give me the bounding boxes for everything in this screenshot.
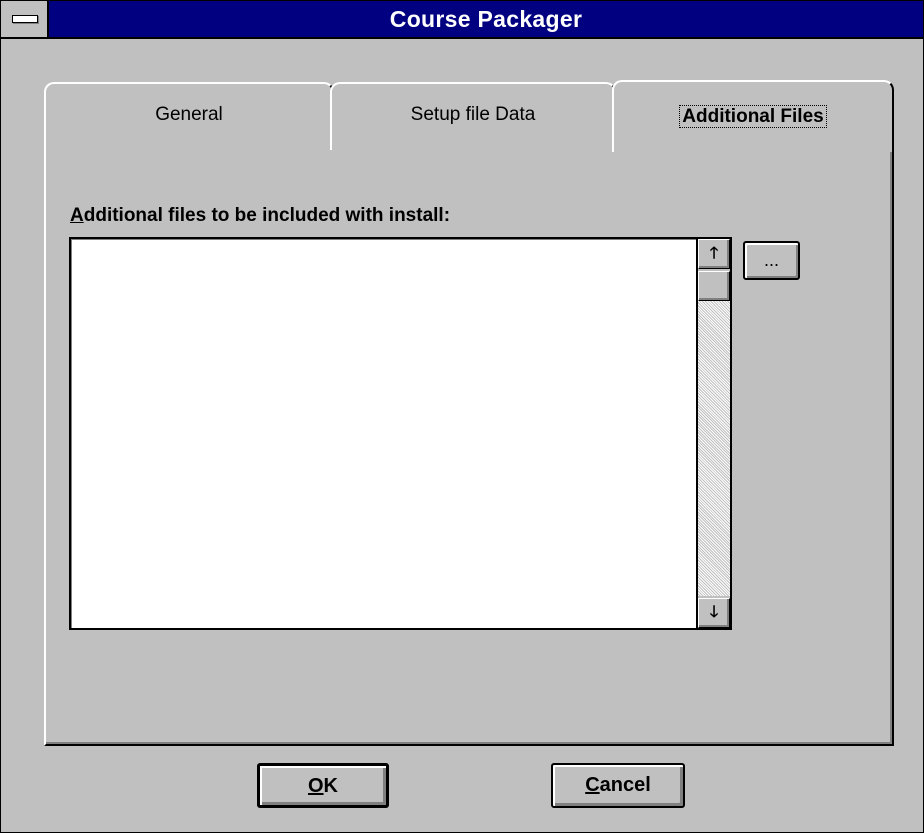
additional-files-listbox[interactable]: 🡑 🡓	[69, 237, 732, 630]
tab-setup-file-data-label: Setup file Data	[410, 104, 536, 125]
scroll-track[interactable]	[698, 301, 730, 596]
tab-strip: General Setup file Data Additional Files	[44, 80, 894, 152]
title-bar[interactable]: Course Packager	[1, 1, 923, 39]
cancel-button[interactable]: Cancel	[551, 763, 685, 808]
additional-files-label-mnemonic: A	[70, 205, 84, 226]
tab-general-label: General	[155, 104, 223, 125]
tab-additional-files[interactable]: Additional Files	[612, 80, 894, 152]
system-menu-button[interactable]	[1, 1, 49, 37]
vertical-scrollbar[interactable]: 🡑 🡓	[696, 239, 730, 628]
additional-files-label: Additional files to be included with ins…	[70, 205, 450, 227]
ok-button[interactable]: OK	[257, 763, 389, 808]
additional-files-label-text: dditional files to be included with inst…	[83, 205, 451, 226]
ok-button-mnemonic: O	[307, 775, 324, 797]
browse-button[interactable]: ...	[743, 241, 800, 280]
tab-additional-files-label: Additional Files	[679, 105, 827, 128]
scroll-thumb[interactable]	[698, 271, 730, 301]
tab-general[interactable]: General	[44, 82, 334, 152]
cancel-button-label: ancel	[599, 774, 651, 796]
window-title: Course Packager	[389, 6, 583, 32]
tab-setup-file-data[interactable]: Setup file Data	[330, 82, 616, 152]
ok-button-label: K	[323, 775, 338, 797]
cancel-button-mnemonic: C	[585, 774, 600, 796]
tab-additional-files-label-wrap: Additional Files	[614, 105, 892, 128]
system-menu-icon	[12, 15, 38, 23]
scroll-down-arrow-icon[interactable]: 🡓	[698, 598, 730, 628]
scroll-up-arrow-icon[interactable]: 🡑	[698, 239, 730, 269]
